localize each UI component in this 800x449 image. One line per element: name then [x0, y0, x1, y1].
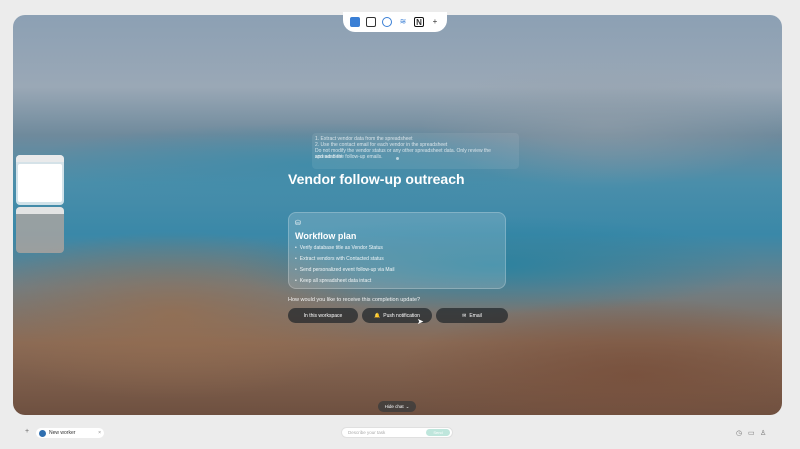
- message-line: and send the follow-up emails.: [315, 154, 383, 160]
- search-icon[interactable]: [382, 17, 392, 27]
- mouse-cursor-icon: ➤: [417, 317, 424, 326]
- send-button[interactable]: Send: [426, 429, 450, 436]
- plan-step: Keep all spreadsheet data intact: [295, 276, 395, 287]
- hide-chat-label: Hide chat: [384, 404, 404, 409]
- plan-steps: Verify database title as Vendor Status E…: [295, 243, 395, 287]
- add-icon[interactable]: +: [25, 428, 29, 435]
- previous-message: 1. Extract vendor data from the spreadsh…: [312, 133, 519, 169]
- avatar: [39, 429, 46, 437]
- spreadsheet-preview: [18, 164, 62, 202]
- chevron-down-icon: ⌄: [405, 403, 410, 409]
- wifi-icon[interactable]: ≋: [398, 17, 408, 27]
- bottom-bar: + New worker × Describe your task Send ◷…: [0, 420, 800, 449]
- task-input[interactable]: Describe your task Send: [341, 427, 453, 438]
- worker-label: New worker: [49, 430, 76, 436]
- workflow-plan-card: ⛁ Workflow plan Verify database title as…: [288, 212, 506, 289]
- plan-step: Send personalized event follow-up via Ma…: [295, 265, 395, 276]
- plan-heading: Workflow plan: [295, 231, 357, 241]
- new-worker-chip[interactable]: New worker ×: [36, 428, 104, 438]
- notion-icon[interactable]: N: [414, 17, 424, 27]
- option-workspace-button[interactable]: In this workspace: [288, 308, 358, 323]
- completion-question: How would you like to receive this compl…: [288, 297, 421, 303]
- page-title: Vendor follow-up outreach: [288, 171, 465, 187]
- divider-dot: [396, 157, 399, 160]
- notes-icon[interactable]: [366, 17, 376, 27]
- history-icon[interactable]: ◷: [736, 429, 742, 437]
- option-label: Email: [469, 312, 482, 319]
- window-thumbnail-spreadsheet[interactable]: [16, 155, 64, 205]
- plan-step: Extract vendors with Contacted status: [295, 254, 395, 265]
- mail-icon: ✉: [462, 312, 467, 319]
- task-input-placeholder: Describe your task: [348, 430, 386, 435]
- user-icon[interactable]: ♙: [760, 429, 766, 437]
- close-icon[interactable]: ×: [98, 430, 101, 436]
- option-email-button[interactable]: ✉ Email: [436, 308, 508, 323]
- option-label: In this workspace: [303, 312, 343, 319]
- hide-chat-button[interactable]: Hide chat ⌄: [378, 401, 416, 412]
- bell-icon: 🔔: [374, 312, 381, 319]
- top-dock: ≋ N +: [343, 12, 447, 32]
- window-thumbnail-mail[interactable]: [16, 207, 64, 253]
- thumbnail-header: [16, 207, 64, 214]
- desktop-background: 1. Extract vendor data from the spreadsh…: [13, 15, 782, 415]
- option-label: Push notification: [383, 312, 420, 319]
- thumbnail-header: [16, 155, 64, 162]
- database-icon: ⛁: [295, 220, 301, 227]
- plan-step: Verify database title as Vendor Status: [295, 243, 395, 254]
- completion-options: In this workspace 🔔 Push notification ✉ …: [288, 308, 508, 323]
- plus-icon[interactable]: +: [430, 17, 440, 27]
- layout-icon[interactable]: ▭: [748, 429, 755, 437]
- folder-icon[interactable]: [350, 17, 360, 27]
